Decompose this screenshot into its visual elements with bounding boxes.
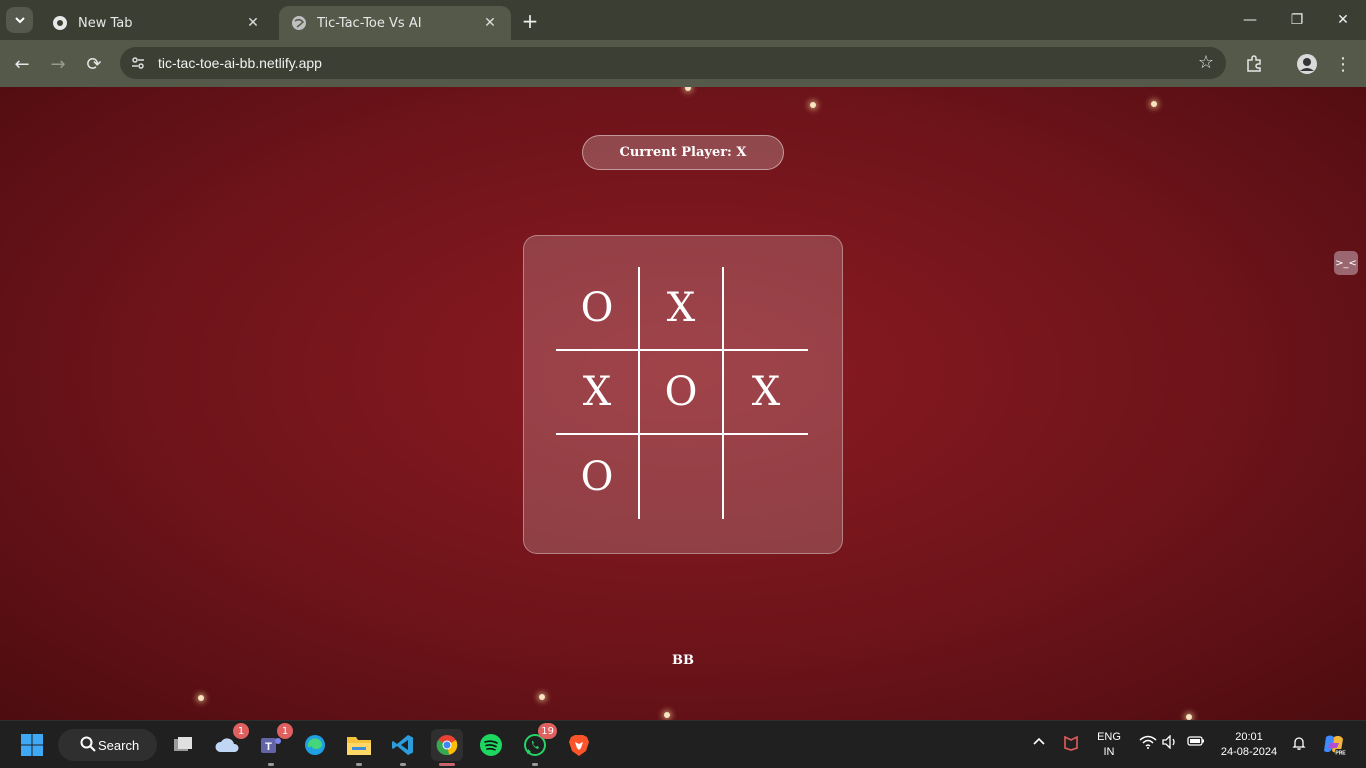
file-explorer-icon[interactable] bbox=[343, 729, 375, 766]
minimize-button[interactable]: — bbox=[1238, 8, 1262, 32]
search-label: Search bbox=[98, 737, 140, 753]
taskbar: Search 1 T 1 19 ENG IN 20:01 24-08-2024 … bbox=[0, 720, 1366, 768]
clock-time: 20:01 bbox=[1235, 731, 1263, 743]
running-indicator bbox=[439, 763, 455, 766]
chevron-down-icon bbox=[14, 17, 25, 24]
tab-strip: New Tab ✕ Tic-Tac-Toe Vs AI ✕ + — ❐ ✕ bbox=[0, 0, 1366, 40]
current-player-status: Current Player: X bbox=[582, 135, 784, 170]
close-icon[interactable]: ✕ bbox=[481, 15, 499, 31]
game-board: O X X O X O bbox=[556, 267, 810, 521]
tab-search-button[interactable] bbox=[6, 7, 33, 33]
sparkle-dot bbox=[685, 87, 691, 91]
copilot-icon[interactable]: PRE bbox=[1318, 729, 1350, 761]
board-cell-5[interactable]: O bbox=[640, 351, 724, 435]
spotify-icon[interactable] bbox=[475, 729, 507, 761]
board-cell-1[interactable]: O bbox=[556, 267, 640, 351]
board-cell-4[interactable]: X bbox=[556, 351, 640, 435]
sparkle-dot bbox=[664, 712, 670, 718]
back-button[interactable]: ← bbox=[9, 51, 35, 77]
forward-button[interactable]: → bbox=[45, 51, 71, 77]
volume-icon[interactable] bbox=[1162, 734, 1178, 753]
sparkle-dot bbox=[539, 694, 545, 700]
teams-icon[interactable]: T 1 bbox=[255, 723, 293, 766]
close-window-button[interactable]: ✕ bbox=[1331, 8, 1355, 32]
browser-toolbar: ← → ⟳ tic-tac-toe-ai-bb.netlify.app ☆ ⋮ bbox=[0, 40, 1366, 87]
sparkle-dot bbox=[810, 102, 816, 108]
running-indicator bbox=[532, 763, 538, 766]
address-bar[interactable]: tic-tac-toe-ai-bb.netlify.app ☆ bbox=[120, 47, 1226, 79]
sparkle-dot bbox=[198, 695, 204, 701]
windows-icon bbox=[21, 734, 43, 756]
menu-icon[interactable]: ⋮ bbox=[1330, 51, 1356, 77]
task-view-icon[interactable] bbox=[167, 729, 199, 761]
board-cell-3[interactable] bbox=[724, 267, 808, 351]
taskbar-search[interactable]: Search bbox=[58, 729, 157, 761]
board-cell-7[interactable]: O bbox=[556, 435, 640, 519]
edge-icon[interactable] bbox=[299, 729, 331, 761]
chrome-taskbar-icon[interactable] bbox=[431, 729, 463, 766]
tab-tic-tac-toe[interactable]: Tic-Tac-Toe Vs AI ✕ bbox=[279, 6, 511, 40]
input-language[interactable]: ENG IN bbox=[1094, 730, 1124, 760]
start-button[interactable] bbox=[16, 729, 48, 761]
whatsapp-icon[interactable]: 19 bbox=[519, 723, 557, 766]
battery-icon[interactable] bbox=[1187, 735, 1205, 751]
language-code: ENG bbox=[1097, 731, 1121, 743]
onedrive-icon[interactable]: 1 bbox=[211, 723, 249, 761]
globe-icon bbox=[291, 15, 307, 31]
sparkle-dot bbox=[1151, 101, 1157, 107]
new-tab-button[interactable]: + bbox=[518, 9, 542, 33]
svg-text:PRE: PRE bbox=[1335, 751, 1346, 757]
tab-title: New Tab bbox=[78, 15, 133, 31]
bookmark-star-icon[interactable]: ☆ bbox=[1198, 52, 1214, 73]
running-indicator bbox=[356, 763, 362, 766]
clock-date: 24-08-2024 bbox=[1220, 746, 1278, 758]
board-cell-9[interactable] bbox=[724, 435, 808, 519]
notification-badge: 19 bbox=[538, 723, 557, 739]
search-icon bbox=[80, 736, 96, 752]
region-code: IN bbox=[1103, 746, 1115, 758]
mcafee-icon[interactable] bbox=[1063, 735, 1079, 755]
clock[interactable]: 20:01 24-08-2024 bbox=[1214, 730, 1284, 760]
restore-button[interactable]: ❐ bbox=[1285, 8, 1309, 32]
notification-bell-icon[interactable] bbox=[1291, 735, 1307, 755]
running-indicator bbox=[400, 763, 406, 766]
brave-icon[interactable] bbox=[563, 729, 595, 761]
site-info-icon[interactable] bbox=[122, 47, 154, 79]
profile-avatar[interactable] bbox=[1294, 51, 1320, 77]
tab-title: Tic-Tac-Toe Vs AI bbox=[317, 15, 422, 31]
board-cell-2[interactable]: X bbox=[640, 267, 724, 351]
url-text: tic-tac-toe-ai-bb.netlify.app bbox=[158, 55, 322, 71]
chevron-up-icon[interactable] bbox=[1032, 735, 1046, 753]
board-card: O X X O X O bbox=[523, 235, 843, 554]
vscode-icon[interactable] bbox=[387, 729, 419, 766]
extensions-icon[interactable] bbox=[1241, 51, 1267, 77]
svg-text:T: T bbox=[265, 741, 272, 753]
board-cell-6[interactable]: X bbox=[724, 351, 808, 435]
notification-badge: 1 bbox=[277, 723, 293, 739]
side-extension-icon[interactable]: >_< bbox=[1334, 251, 1358, 275]
board-cell-8[interactable] bbox=[640, 435, 724, 519]
page-footer: BB bbox=[672, 653, 694, 668]
wifi-icon[interactable] bbox=[1139, 735, 1157, 753]
reload-button[interactable]: ⟳ bbox=[81, 51, 107, 77]
tab-new-tab[interactable]: New Tab ✕ bbox=[40, 6, 274, 40]
notification-badge: 1 bbox=[233, 723, 249, 739]
running-indicator bbox=[268, 763, 274, 766]
chrome-icon bbox=[52, 15, 68, 31]
game-page: Current Player: X O X X O X O BB >_< bbox=[0, 87, 1366, 720]
close-icon[interactable]: ✕ bbox=[244, 15, 262, 31]
